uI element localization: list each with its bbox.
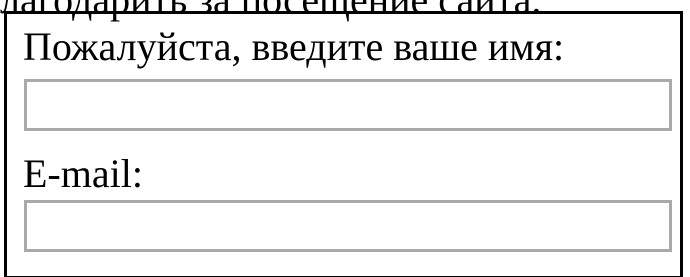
email-label: E-mail: [23,151,143,196]
email-input[interactable] [24,200,672,252]
name-label: Пожалуйста, введите ваше имя: [23,24,565,69]
name-input[interactable] [24,79,672,131]
contact-form: Пожалуйста, введите ваше имя: E-mail: [4,11,683,277]
